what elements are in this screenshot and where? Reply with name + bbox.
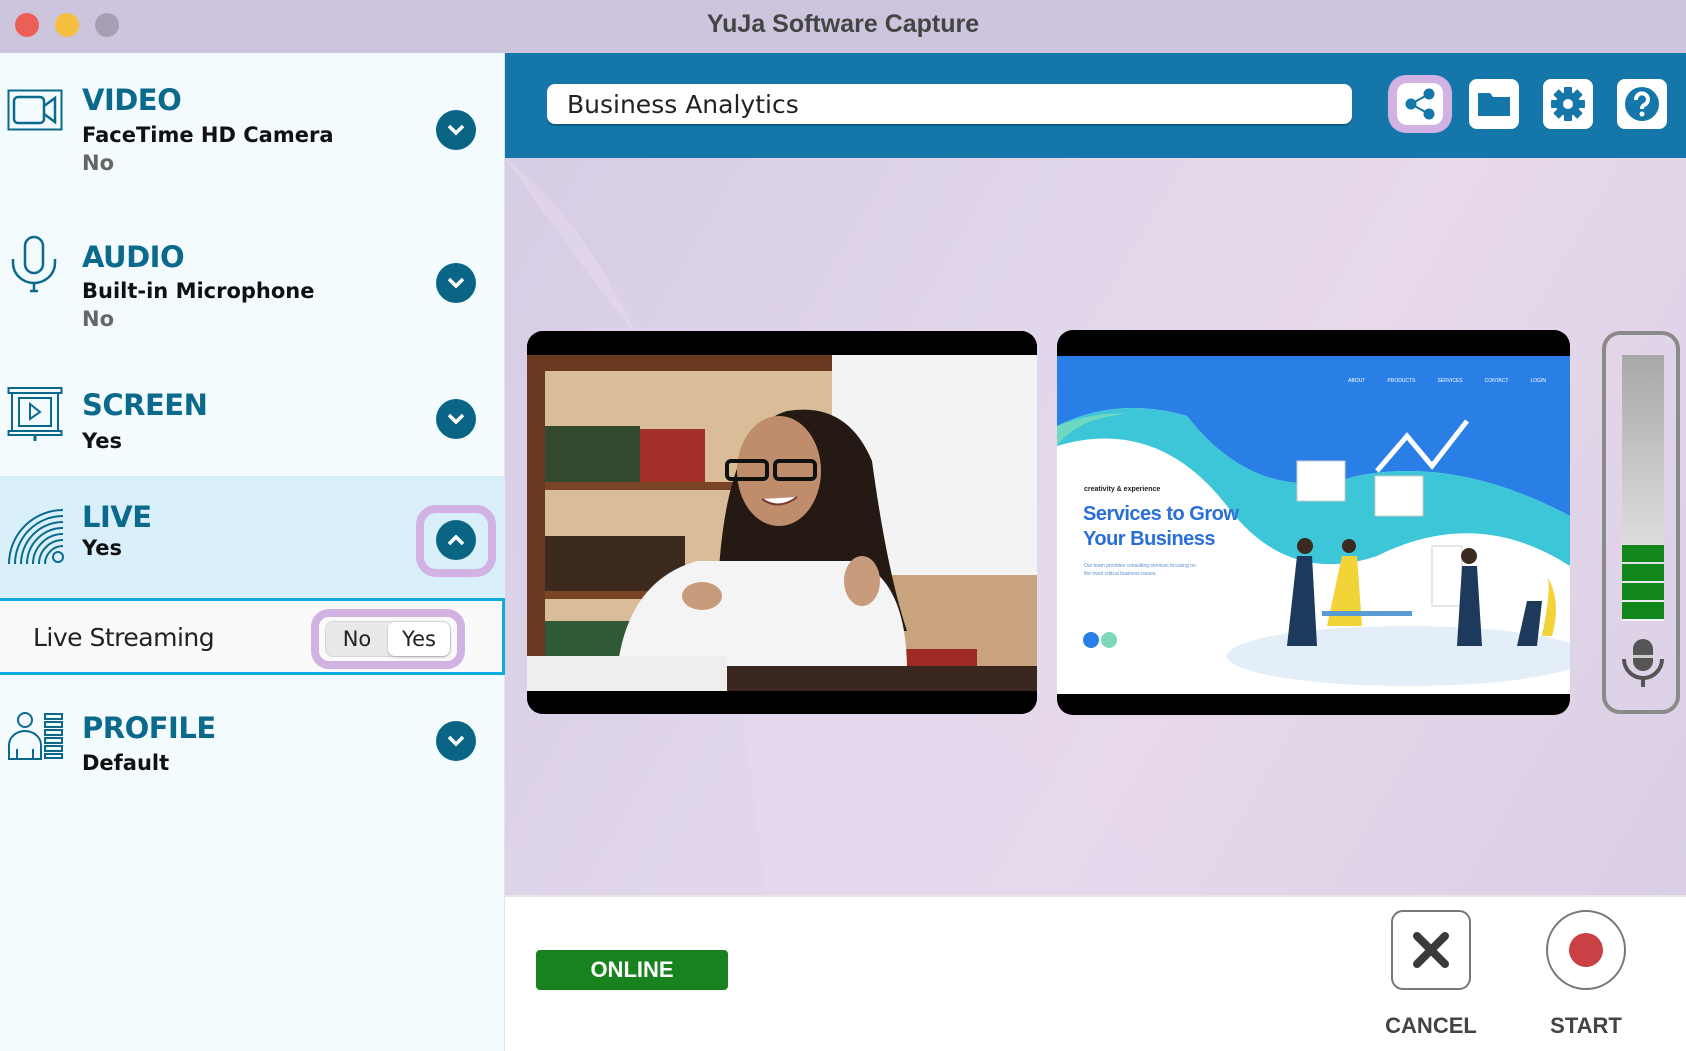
chevron-up-icon	[447, 534, 465, 546]
slide-body: Our team provides consulting services fo…	[1084, 563, 1196, 577]
chevron-down-icon	[447, 277, 465, 289]
audio-level-bar	[1622, 355, 1664, 621]
video-device: FaceTime HD Camera	[82, 123, 334, 147]
window-title: YuJa Software Capture	[706, 10, 980, 38]
online-status-badge: ONLINE	[536, 950, 728, 990]
live-streaming-label: Live Streaming	[33, 623, 215, 652]
sidebar-item-profile[interactable]: PROFILE Default	[0, 675, 505, 805]
profile-icon	[8, 712, 63, 760]
live-streaming-row: Live Streaming No Yes	[0, 598, 505, 675]
toggle-option-yes[interactable]: Yes	[388, 622, 450, 656]
sidebar-item-video[interactable]: VIDEO FaceTime HD Camera No	[0, 53, 505, 203]
folder-button[interactable]	[1469, 79, 1519, 129]
camera-feed-image	[527, 331, 1037, 714]
audio-level-segment	[1622, 545, 1664, 562]
chevron-down-icon	[447, 735, 465, 747]
cancel-label: CANCEL	[1385, 1013, 1477, 1038]
help-button[interactable]	[1617, 79, 1667, 129]
screen-heading: SCREEN	[82, 388, 208, 422]
camera-preview[interactable]	[527, 331, 1037, 714]
help-icon	[1625, 87, 1659, 121]
chevron-down-icon	[447, 413, 465, 425]
video-expand-button[interactable]	[436, 110, 476, 150]
slide-headline: Services to Grow Your Business	[1083, 502, 1239, 552]
slide-nav-item: CONTACT	[1484, 378, 1509, 384]
slide-nav-item: PRODUCTS	[1387, 378, 1416, 384]
slide-nav-item: ABOUT	[1348, 378, 1366, 384]
slide-nav: ABOUT PRODUCTS SERVICES CONTACT LOGIN	[1348, 378, 1546, 384]
close-x-icon	[1413, 932, 1449, 968]
microphone-icon	[11, 235, 57, 293]
start-label: START	[1550, 1013, 1622, 1038]
live-streaming-toggle[interactable]: No Yes	[311, 609, 465, 669]
screen-preview[interactable]: ABOUT PRODUCTS SERVICES CONTACT LOGIN cr…	[1057, 330, 1570, 715]
gear-icon	[1551, 87, 1585, 121]
session-title-input[interactable]	[547, 84, 1352, 124]
live-status: Yes	[82, 536, 123, 560]
audio-device: Built-in Microphone	[82, 279, 315, 303]
start-recording-button[interactable]	[1546, 910, 1626, 990]
screen-status: Yes	[82, 429, 123, 453]
slide-nav-item: LOGIN	[1530, 378, 1546, 384]
toggle-option-no[interactable]: No	[326, 622, 388, 656]
share-button[interactable]	[1397, 83, 1443, 125]
live-heading: LIVE	[82, 500, 152, 534]
live-broadcast-icon	[8, 509, 64, 565]
cancel-button[interactable]	[1391, 910, 1471, 990]
record-icon	[1569, 933, 1603, 967]
audio-heading: AUDIO	[82, 240, 185, 274]
audio-level-segment	[1622, 564, 1664, 581]
video-heading: VIDEO	[82, 83, 182, 117]
screen-presentation-icon	[7, 387, 63, 441]
profile-value: Default	[82, 751, 170, 775]
microphone-icon	[1622, 639, 1664, 687]
profile-expand-button[interactable]	[436, 721, 476, 761]
chevron-down-icon	[447, 124, 465, 136]
sidebar-item-audio[interactable]: AUDIO Built-in Microphone No	[0, 203, 505, 353]
slide-tagline: creativity & experience	[1084, 486, 1161, 493]
slide-headline-line: Your Business	[1083, 528, 1216, 550]
slide-nav-item: SERVICES	[1437, 378, 1463, 384]
folder-icon	[1478, 93, 1510, 116]
slide-headline-line: Services to Grow	[1083, 503, 1239, 525]
sidebar-item-screen[interactable]: SCREEN Yes	[0, 353, 505, 476]
settings-button[interactable]	[1543, 79, 1593, 129]
video-camera-icon	[7, 89, 63, 131]
audio-level-segment	[1622, 602, 1664, 619]
audio-status: No	[82, 307, 115, 331]
screen-expand-button[interactable]	[436, 399, 476, 439]
audio-level-meter	[1602, 331, 1680, 714]
share-icon	[1405, 88, 1435, 120]
screen-feed-image: ABOUT PRODUCTS SERVICES CONTACT LOGIN cr…	[1057, 356, 1570, 694]
live-collapse-button[interactable]	[436, 520, 476, 560]
audio-expand-button[interactable]	[436, 263, 476, 303]
audio-level-segment	[1622, 583, 1664, 600]
profile-heading: PROFILE	[82, 711, 216, 745]
title-bar: YuJa Software Capture	[0, 0, 1686, 53]
video-status: No	[82, 151, 115, 175]
sidebar-item-live[interactable]: LIVE Yes	[0, 476, 505, 598]
